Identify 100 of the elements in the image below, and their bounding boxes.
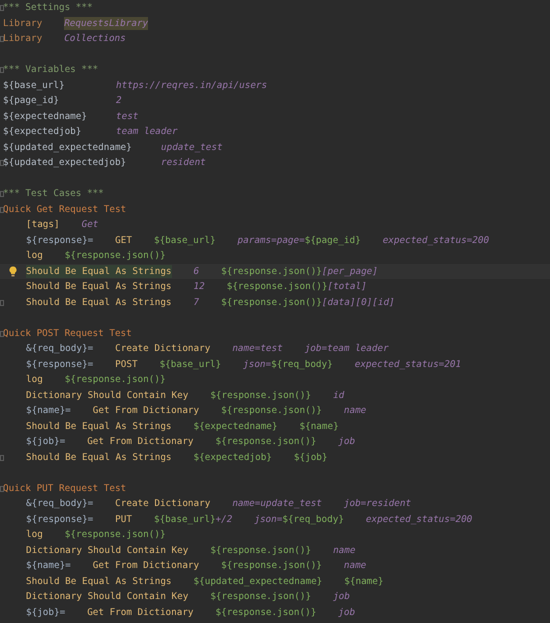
code-token: &{req_body}= bbox=[26, 497, 94, 510]
code-token: name=update_test bbox=[232, 497, 322, 510]
fold-icon[interactable] bbox=[0, 36, 4, 42]
code-token: POST bbox=[115, 358, 138, 371]
highlighted-code-token: Should Be Equal As Strings bbox=[26, 264, 172, 278]
code-token: [tags] bbox=[26, 218, 60, 232]
code-token: Quick POST Request Test bbox=[3, 326, 132, 340]
code-token: Dictionary Should Contain Key bbox=[26, 388, 188, 402]
code-token: ${updated_expectedjob} bbox=[3, 156, 128, 170]
code-token: ${response.json()} bbox=[221, 264, 322, 278]
code-token: 6 bbox=[194, 264, 200, 278]
fold-icon[interactable] bbox=[0, 67, 4, 73]
code-token: Dictionary Should Contain Key bbox=[26, 544, 188, 557]
code-token: name bbox=[344, 559, 366, 572]
code-token: +/2 bbox=[216, 512, 232, 526]
code-token: Get From Dictionary bbox=[87, 435, 194, 448]
code-token: test bbox=[116, 110, 138, 123]
code-token: name bbox=[344, 404, 366, 418]
lightbulb-icon[interactable] bbox=[9, 266, 17, 276]
highlighted-code-token: RequestsLibrary bbox=[64, 16, 148, 30]
fold-icon[interactable] bbox=[0, 160, 4, 166]
code-token: ${name}= bbox=[26, 559, 71, 572]
code-token: https://reqres.in/api/users bbox=[116, 78, 268, 92]
code-token: ${req_body} bbox=[282, 512, 344, 526]
code-token: ${response}= bbox=[26, 512, 94, 526]
fold-icon[interactable] bbox=[0, 300, 4, 306]
code-token: ${expectedjob} bbox=[194, 450, 272, 464]
code-token: name=test bbox=[232, 342, 283, 356]
code-token: ${base_url} bbox=[3, 78, 66, 92]
code-token: Get bbox=[82, 218, 98, 232]
code-token: ${expectedname} bbox=[194, 420, 278, 433]
code-token: ${req_body} bbox=[271, 358, 333, 371]
code-token: ${response}= bbox=[26, 234, 94, 247]
code-token: Should Be Equal As Strings bbox=[26, 296, 172, 309]
code-token: ${response.json()} bbox=[210, 544, 312, 557]
code-token: ${expectedname} bbox=[3, 110, 88, 123]
code-token: expected_status=201 bbox=[354, 358, 462, 371]
code-token: ${response.json()} bbox=[210, 590, 312, 604]
code-token: Get From Dictionary bbox=[92, 404, 200, 418]
code-token: log bbox=[26, 249, 43, 262]
code-token: [data][0][id] bbox=[322, 296, 395, 309]
code-token: ${name}= bbox=[26, 404, 71, 418]
code-token: Create Dictionary bbox=[115, 497, 210, 510]
code-token: ${expectedjob} bbox=[3, 125, 82, 138]
code-token: Quick PUT Request Test bbox=[3, 482, 126, 495]
code-token: 7 bbox=[194, 296, 200, 309]
code-token: ${response.json()} bbox=[210, 388, 312, 402]
fold-icon[interactable] bbox=[0, 454, 4, 460]
code-token: GET bbox=[115, 234, 132, 247]
code-token: Should Be Equal As Strings bbox=[26, 280, 172, 294]
code-token: PUT bbox=[115, 512, 132, 526]
code-token: name bbox=[333, 544, 356, 557]
code-token: update_test bbox=[161, 140, 223, 154]
code-token: [total] bbox=[327, 280, 367, 294]
code-token: 12 bbox=[194, 280, 205, 294]
code-token: ${response.json()} bbox=[64, 528, 166, 542]
code-token: ${response.json()} bbox=[221, 559, 322, 572]
code-token: job bbox=[338, 606, 356, 619]
code-token: *** Variables *** bbox=[3, 63, 98, 76]
code-token: Collections bbox=[64, 32, 126, 46]
code-token: ${response.json()} bbox=[216, 606, 316, 619]
code-token: [per_page] bbox=[322, 264, 378, 278]
fold-icon[interactable] bbox=[0, 486, 4, 492]
code-token: job=resident bbox=[344, 497, 412, 510]
code-token: Should Be Equal As Strings bbox=[26, 574, 172, 588]
code-token: ${job} bbox=[294, 450, 328, 464]
code-token: ${response.json()} bbox=[64, 249, 166, 262]
fold-icon[interactable] bbox=[0, 191, 4, 197]
code-token: ${page_id} bbox=[3, 94, 60, 108]
code-token: *** Test Cases *** bbox=[3, 187, 104, 200]
code-token: ${response.json()} bbox=[221, 404, 322, 418]
code-token: Library bbox=[3, 32, 42, 46]
code-token: &{req_body}= bbox=[26, 342, 94, 356]
code-token: Get From Dictionary bbox=[92, 559, 200, 572]
code-token: ${job}= bbox=[26, 435, 66, 448]
fold-icon[interactable] bbox=[0, 330, 4, 336]
code-token: ${base_url} bbox=[154, 234, 216, 247]
code-token: id bbox=[333, 388, 344, 402]
code-token: job bbox=[338, 435, 356, 448]
code-token: ${response.json()} bbox=[221, 296, 322, 309]
code-token: json= bbox=[243, 358, 272, 371]
code-token: team leader bbox=[116, 125, 178, 138]
code-token: ${base_url} bbox=[160, 358, 222, 371]
code-token: 2 bbox=[116, 94, 122, 108]
code-token: ${updated_expectedname} bbox=[194, 574, 322, 588]
code-token: Create Dictionary bbox=[115, 342, 210, 356]
code-token: ${response.json()} bbox=[226, 280, 328, 294]
code-token: *** Settings *** bbox=[3, 1, 93, 14]
code-token: log bbox=[26, 528, 43, 542]
fold-icon[interactable] bbox=[0, 5, 4, 11]
code-token: ${response}= bbox=[26, 358, 94, 371]
code-token: ${updated_expectedname} bbox=[3, 140, 133, 154]
code-token: log bbox=[26, 373, 43, 386]
code-token: expected_status=200 bbox=[382, 234, 490, 247]
code-token: Should Be Equal As Strings bbox=[26, 420, 172, 433]
code-token: resident bbox=[161, 156, 206, 170]
fold-icon[interactable] bbox=[0, 206, 4, 212]
code-token: ${base_url} bbox=[154, 512, 216, 526]
code-token: ${name} bbox=[344, 574, 384, 588]
code-token: ${job}= bbox=[26, 606, 66, 619]
